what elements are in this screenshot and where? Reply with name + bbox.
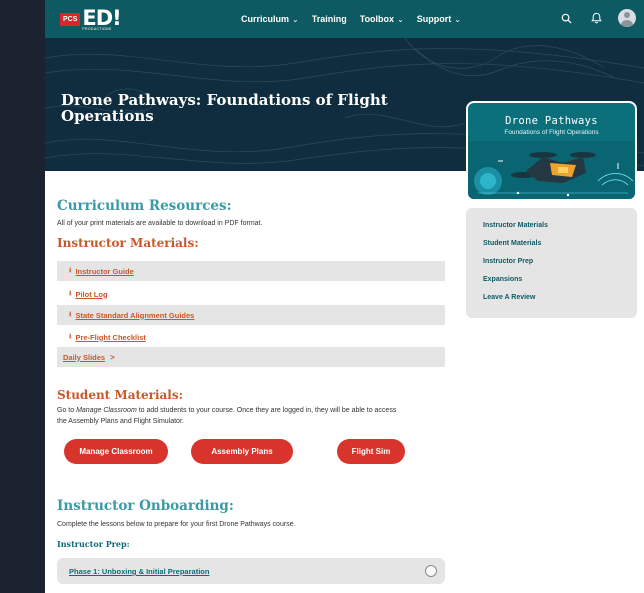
search-icon[interactable]	[558, 10, 574, 26]
student-materials-heading: Student Materials:	[57, 388, 184, 402]
state-standard-alignment-link[interactable]: State Standard Alignment Guides	[75, 311, 194, 320]
assembly-plans-button[interactable]: Assembly Plans	[191, 439, 293, 464]
course-card-subtitle: Foundations of Flight Operations	[504, 129, 599, 136]
chevron-down-icon: ⌄	[397, 15, 404, 24]
intro-text: Go to	[57, 407, 77, 414]
completion-circle-icon[interactable]	[425, 565, 437, 577]
page: PCS ED! PRODUCTIONS Curriculum ⌄ Training…	[45, 0, 644, 593]
chevron-down-icon: ⌄	[454, 15, 461, 24]
side-menu-student-materials[interactable]: Student Materials	[483, 240, 541, 247]
list-item[interactable]: ⭳ State Standard Alignment Guides	[57, 305, 445, 325]
logo-wordmark: ED! PRODUCTIONS	[82, 5, 121, 31]
instructor-onboarding-heading: Instructor Onboarding:	[57, 498, 234, 514]
resources-intro-text: All of your print materials are availabl…	[57, 220, 263, 227]
list-item[interactable]: ⭳ Instructor Guide	[57, 261, 445, 281]
manage-classroom-button[interactable]: Manage Classroom	[64, 439, 168, 464]
section-side-menu: Instructor Materials Student Materials I…	[466, 208, 637, 318]
nav-support[interactable]: Support ⌄	[417, 14, 461, 24]
nav-toolbox[interactable]: Toolbox ⌄	[360, 14, 404, 24]
nav-icons	[558, 9, 644, 27]
manage-classroom-emphasis: Manage Classroom	[76, 407, 137, 414]
intro-text: the Assembly Plans and Flight Simulator.	[57, 418, 184, 425]
nav-label: Toolbox	[359, 14, 395, 24]
pcs-edu-logo[interactable]: PCS ED! PRODUCTIONS	[60, 5, 122, 31]
side-menu-instructor-materials[interactable]: Instructor Materials	[483, 222, 548, 229]
side-menu-leave-review[interactable]: Leave A Review	[483, 294, 535, 301]
drone-illustration	[468, 141, 635, 199]
flight-sim-button[interactable]: Flight Sim	[337, 439, 405, 464]
logo-text: ED!	[82, 5, 121, 30]
download-icon: ⭳	[69, 289, 72, 297]
lesson-row[interactable]: Phase 1: Unboxing & Initial Preparation	[57, 558, 445, 584]
course-card: Drone Pathways Foundations of Flight Ope…	[466, 101, 637, 201]
pilot-log-link[interactable]: Pilot Log	[75, 290, 107, 299]
download-icon: ⭳	[69, 332, 72, 340]
onboarding-intro-text: Complete the lessons below to prepare fo…	[57, 521, 296, 528]
nav-label: Curriculum	[241, 14, 290, 24]
page-title: Drone Pathways: Foundations of Flight Op…	[61, 91, 388, 125]
logo-badge: PCS	[60, 12, 81, 26]
download-icon: ⭳	[69, 266, 72, 274]
nav-curriculum[interactable]: Curriculum ⌄	[241, 14, 299, 24]
logo-subtext: PRODUCTIONS	[82, 26, 112, 31]
nav-label: Training	[311, 14, 347, 24]
student-materials-intro: Go to Manage Classroom to add students t…	[57, 405, 396, 427]
top-navigation-bar: PCS ED! PRODUCTIONS Curriculum ⌄ Training…	[45, 0, 644, 38]
daily-slides-link[interactable]: Daily Slides	[63, 353, 105, 362]
pre-flight-checklist-link[interactable]: Pre-Flight Checklist	[75, 333, 145, 342]
main-menu: Curriculum ⌄ Training Toolbox ⌄ Support ⌄	[241, 14, 461, 24]
curriculum-resources-heading: Curriculum Resources:	[57, 198, 232, 214]
chevron-right-icon: >	[110, 352, 115, 362]
chevron-down-icon: ⌄	[292, 15, 299, 24]
nav-label: Support	[416, 14, 452, 24]
intro-text: to add students to your course. Once the…	[136, 407, 397, 414]
instructor-materials-heading: Instructor Materials:	[57, 236, 199, 250]
daily-slides-row[interactable]: Daily Slides >	[57, 347, 445, 367]
lesson-link[interactable]: Phase 1: Unboxing & Initial Preparation	[69, 567, 209, 576]
list-item[interactable]: ⭳ Pilot Log	[57, 284, 445, 304]
instructor-guide-link[interactable]: Instructor Guide	[75, 267, 133, 276]
side-menu-expansions[interactable]: Expansions	[483, 276, 522, 283]
side-menu-instructor-prep[interactable]: Instructor Prep	[483, 258, 533, 265]
bell-icon[interactable]	[588, 10, 604, 26]
instructor-prep-subheading: Instructor Prep:	[57, 539, 130, 549]
nav-training[interactable]: Training	[312, 14, 347, 24]
list-item[interactable]: ⭳ Pre-Flight Checklist	[57, 327, 445, 347]
avatar[interactable]	[618, 9, 636, 27]
download-icon: ⭳	[69, 310, 72, 318]
course-card-title: Drone Pathways	[505, 115, 598, 127]
